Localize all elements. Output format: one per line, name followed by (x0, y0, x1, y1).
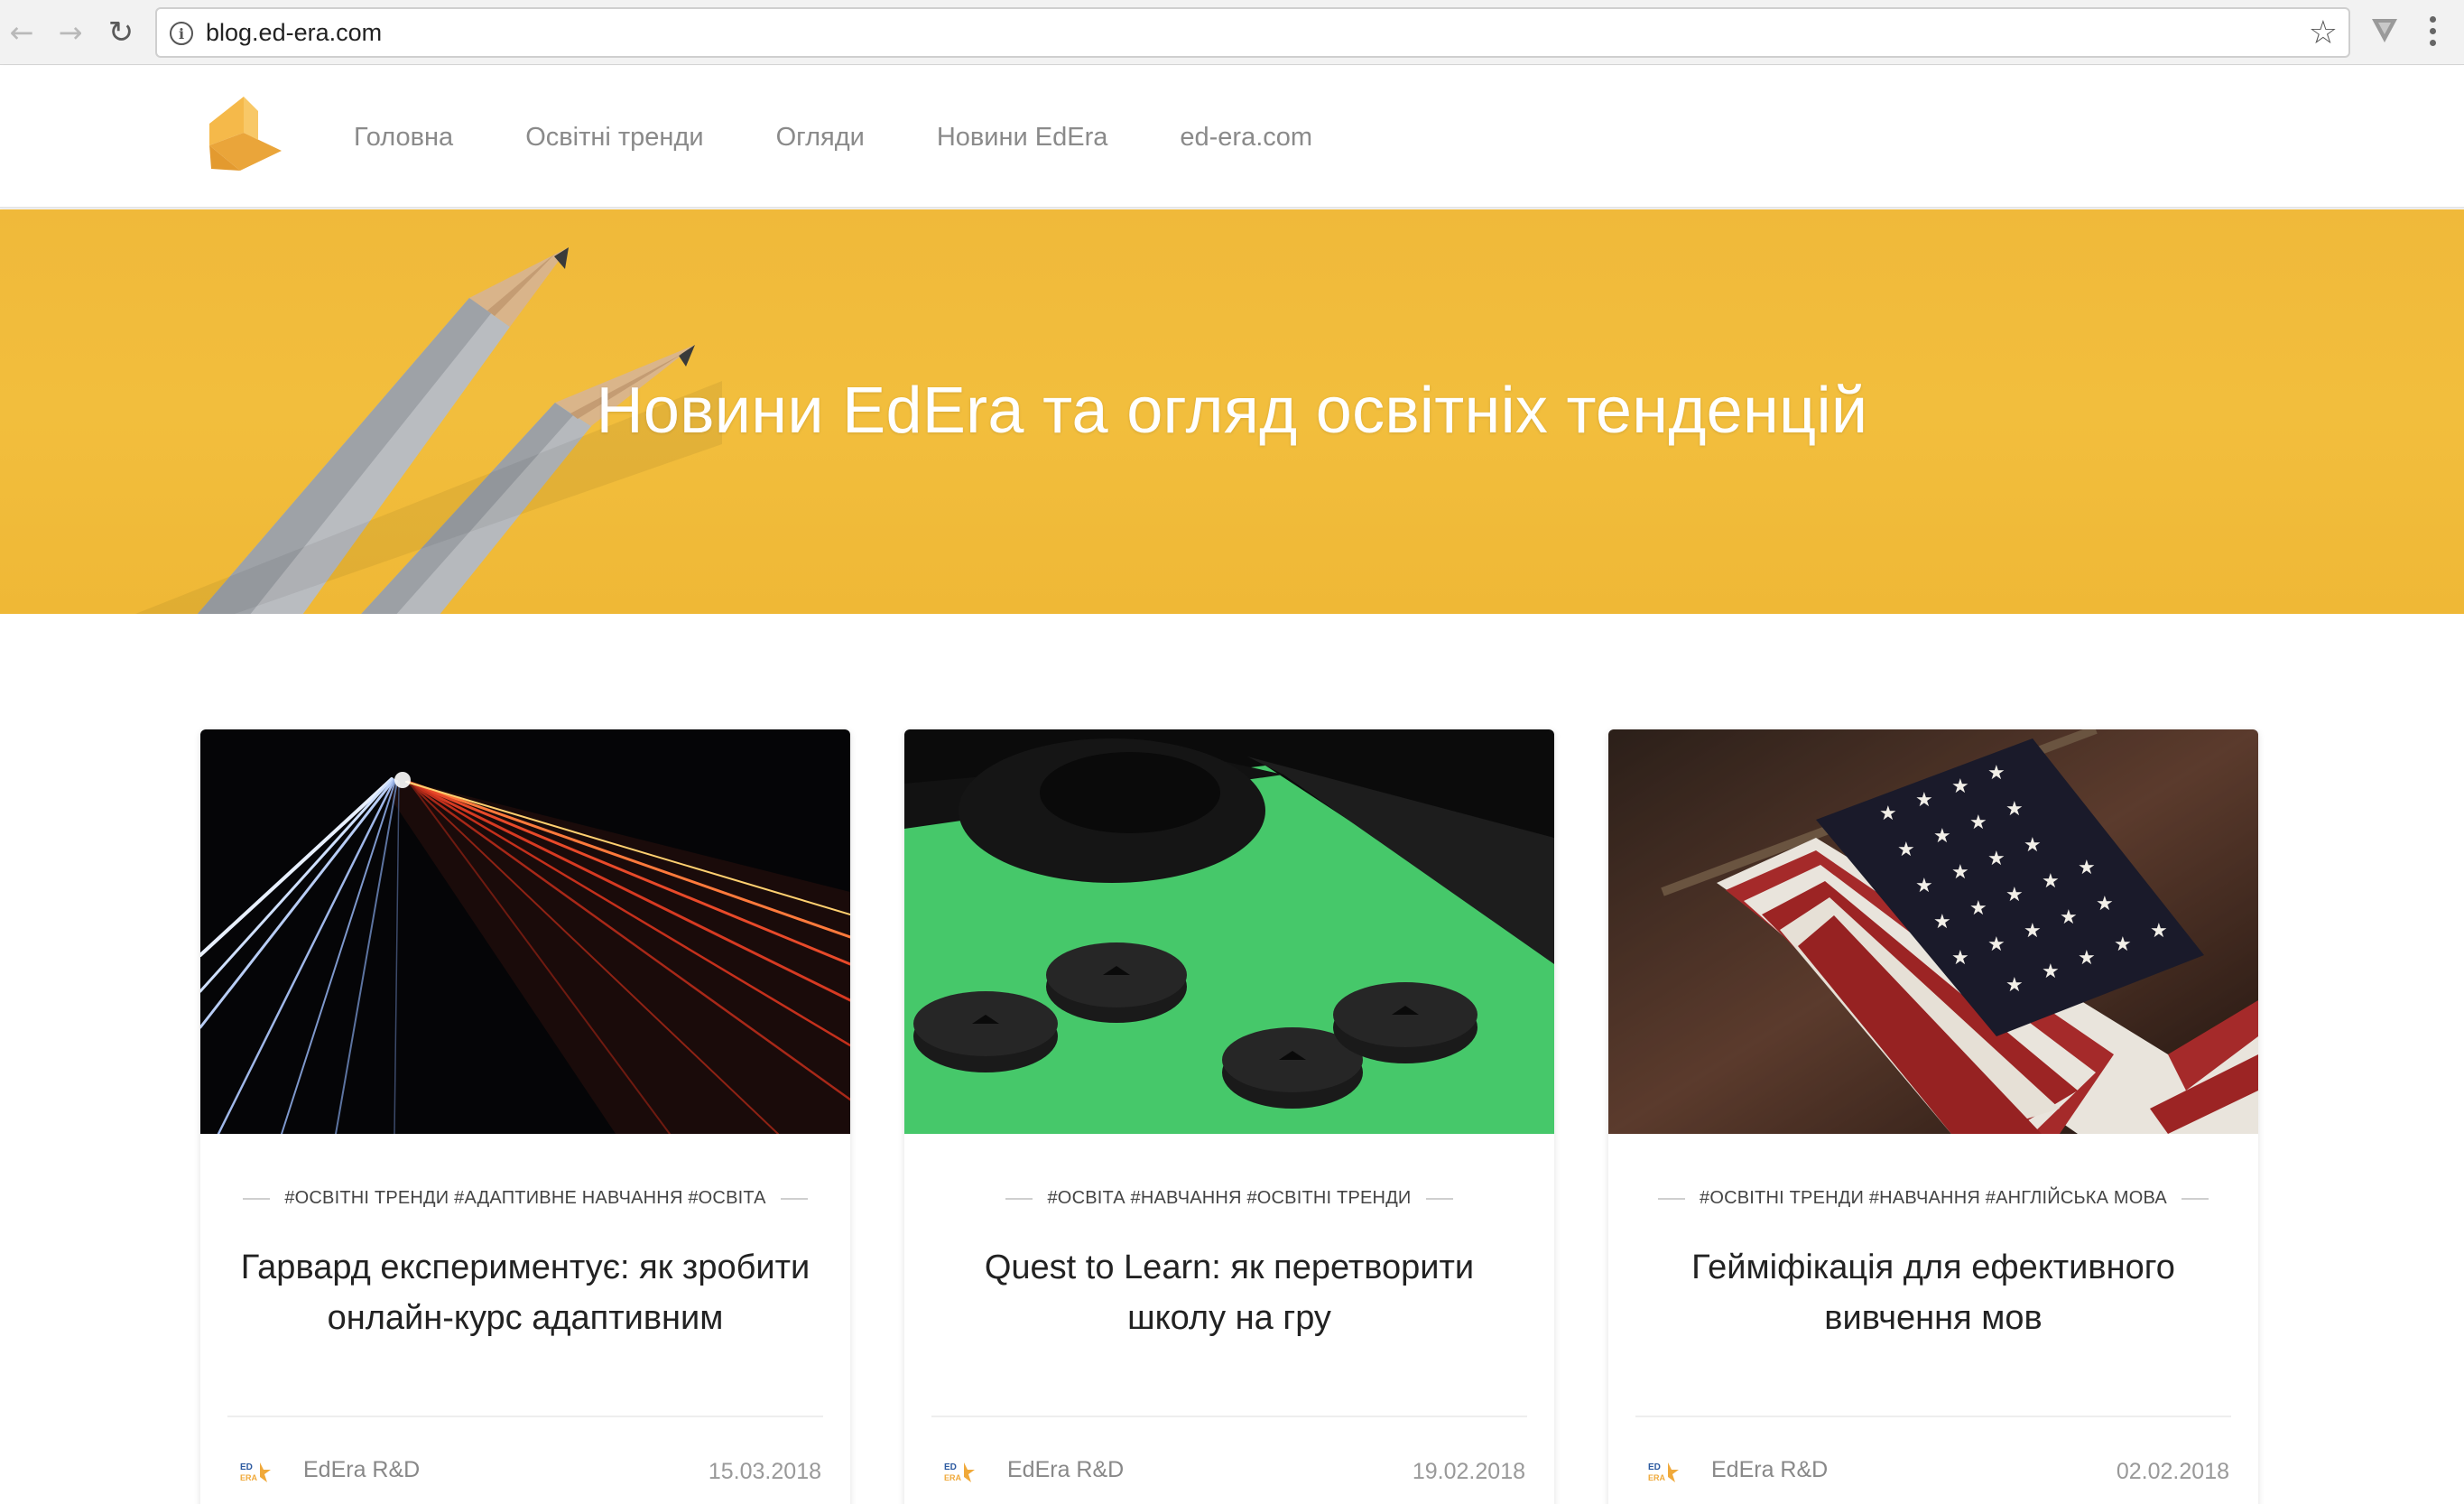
post-date: 15.03.2018 (708, 1459, 821, 1484)
post-date: 19.02.2018 (1412, 1459, 1525, 1484)
post-title[interactable]: Гарвард експериментує: як зробити онлайн… (227, 1242, 823, 1343)
svg-text:ED: ED (240, 1462, 253, 1472)
post-meta: ED ERA EdEra R&D 19.02.2018 (931, 1452, 1525, 1488)
post-meta: ED ERA EdEra R&D 15.03.2018 (227, 1452, 821, 1488)
svg-text:ERA: ERA (240, 1473, 258, 1482)
post-image-controller[interactable] (904, 729, 1554, 1134)
nav-link-ed-era-com[interactable]: ed-era.com (1180, 123, 1312, 153)
svg-text:★: ★ (1969, 897, 1987, 920)
tag-rule-left (1005, 1197, 1033, 1200)
svg-text:★: ★ (2114, 933, 2132, 956)
browser-menu-icon[interactable] (2419, 11, 2446, 51)
bookmark-star-icon[interactable]: ☆ (2309, 14, 2338, 51)
svg-text:★: ★ (2005, 884, 2024, 906)
post-tags: #ОСВІТНІ ТРЕНДИ #НАВЧАННЯ #АНГЛІЙСЬКА МО… (1608, 1188, 2258, 1209)
reload-icon: ↻ (107, 14, 134, 51)
main-navigation: Головна Освітні тренди Огляди Новини EdE… (354, 66, 1312, 209)
svg-text:★: ★ (1987, 933, 2005, 956)
svg-text:★: ★ (1933, 911, 1951, 933)
svg-text:★: ★ (2024, 920, 2042, 942)
post-title[interactable]: Quest to Learn: як перетворити школу на … (931, 1242, 1527, 1343)
svg-text:★: ★ (2042, 961, 2060, 983)
author-name[interactable]: EdEra R&D (303, 1457, 420, 1483)
reload-button[interactable]: ↻ (101, 13, 141, 52)
svg-text:ED: ED (1648, 1462, 1661, 1472)
svg-text:★: ★ (2042, 870, 2060, 893)
post-card[interactable]: ★ ★ ★ ★ ★ ★ ★ ★ ★ ★ ★ ★ ★ ★ ★ ★ ★ ★ ★ ★ … (1608, 729, 2258, 1504)
forward-button[interactable]: → (51, 13, 90, 52)
browser-toolbar: ← → ↻ i blog.ed-era.com ☆ (0, 0, 2464, 65)
svg-text:★: ★ (1915, 789, 1933, 812)
post-title-line[interactable]: школу на гру (931, 1293, 1527, 1343)
author-name[interactable]: EdEra R&D (1007, 1457, 1124, 1483)
svg-text:★: ★ (1987, 848, 2005, 870)
svg-text:★: ★ (1879, 803, 1897, 825)
tag-rule-right (1425, 1197, 1453, 1200)
post-image-flag[interactable]: ★ ★ ★ ★ ★ ★ ★ ★ ★ ★ ★ ★ ★ ★ ★ ★ ★ ★ ★ ★ … (1608, 729, 2258, 1134)
nav-link-trends[interactable]: Освітні тренди (525, 123, 703, 153)
hero-title: Новини EdEra та огляд освітніх тенденцій (596, 375, 1868, 447)
posts-grid: #ОСВІТНІ ТРЕНДИ #АДАПТИВНЕ НАВЧАННЯ #ОСВ… (200, 729, 2260, 1504)
post-card[interactable]: #ОСВІТНІ ТРЕНДИ #АДАПТИВНЕ НАВЧАННЯ #ОСВ… (200, 729, 850, 1504)
tags-text[interactable]: #ОСВІТНІ ТРЕНДИ #АДАПТИВНЕ НАВЧАННЯ #ОСВ… (284, 1188, 765, 1209)
post-title-line[interactable]: вивчення мов (1635, 1293, 2231, 1343)
svg-text:ERA: ERA (944, 1473, 962, 1482)
svg-text:★: ★ (2060, 906, 2078, 929)
svg-text:★: ★ (1987, 762, 2005, 784)
tag-rule-right (780, 1197, 808, 1200)
edera-author-avatar: ED ERA (1648, 1462, 1679, 1482)
edera-author-avatar: ED ERA (944, 1462, 975, 1482)
post-title[interactable]: Гейміфікація для ефективного вивчення мо… (1635, 1242, 2231, 1343)
svg-text:★: ★ (2005, 974, 2024, 997)
tag-rule-left (1658, 1197, 1686, 1200)
extension-icon[interactable] (2367, 11, 2403, 51)
nav-link-home[interactable]: Головна (354, 123, 453, 153)
post-image-highway[interactable] (200, 729, 850, 1134)
post-title-line[interactable]: Гейміфікація для ефективного (1635, 1242, 2231, 1293)
svg-text:★: ★ (2024, 834, 2042, 857)
nav-link-news[interactable]: Новини EdEra (937, 123, 1108, 153)
svg-text:★: ★ (1951, 861, 1969, 884)
card-divider (227, 1416, 823, 1417)
post-tags: #ОСВІТНІ ТРЕНДИ #АДАПТИВНЕ НАВЧАННЯ #ОСВ… (200, 1188, 850, 1209)
tags-text[interactable]: #ОСВІТНІ ТРЕНДИ #НАВЧАННЯ #АНГЛІЙСЬКА МО… (1700, 1188, 2167, 1209)
svg-text:★: ★ (1897, 839, 1915, 861)
tags-text[interactable]: #ОСВІТА #НАВЧАННЯ #ОСВІТНІ ТРЕНДИ (1047, 1188, 1411, 1209)
address-bar[interactable]: i blog.ed-era.com ☆ (155, 7, 2350, 58)
post-title-line[interactable]: онлайн-курс адаптивним (227, 1293, 823, 1343)
edera-logo[interactable] (204, 93, 285, 174)
svg-text:ED: ED (944, 1462, 957, 1472)
edera-author-avatar: ED ERA (240, 1462, 271, 1482)
svg-text:★: ★ (1969, 812, 1987, 834)
svg-text:★: ★ (1951, 947, 1969, 970)
svg-text:★: ★ (1915, 875, 1933, 897)
forward-arrow-icon: → (58, 15, 83, 50)
author-name[interactable]: EdEra R&D (1711, 1457, 1828, 1483)
back-arrow-icon: ← (9, 15, 34, 50)
post-title-line[interactable]: Quest to Learn: як перетворити (931, 1242, 1527, 1293)
site-info-icon[interactable]: i (170, 22, 193, 45)
post-meta: ED ERA EdEra R&D 02.02.2018 (1635, 1452, 2229, 1488)
svg-text:★: ★ (2078, 947, 2096, 970)
post-title-line[interactable]: Гарвард експериментує: як зробити (227, 1242, 823, 1293)
svg-text:ERA: ERA (1648, 1473, 1666, 1482)
svg-text:★: ★ (1951, 775, 1969, 798)
hero-banner: Новини EdEra та огляд освітніх тенденцій (0, 209, 2464, 614)
post-card[interactable]: #ОСВІТА #НАВЧАННЯ #ОСВІТНІ ТРЕНДИ Quest … (904, 729, 1554, 1504)
tag-rule-right (2181, 1197, 2209, 1200)
card-divider (931, 1416, 1527, 1417)
post-date: 02.02.2018 (2116, 1459, 2229, 1484)
svg-text:★: ★ (1933, 825, 1951, 848)
tag-rule-left (243, 1197, 271, 1200)
svg-text:★: ★ (2096, 893, 2114, 915)
post-tags: #ОСВІТА #НАВЧАННЯ #ОСВІТНІ ТРЕНДИ (904, 1188, 1554, 1209)
svg-text:★: ★ (2078, 857, 2096, 879)
url-text[interactable]: blog.ed-era.com (206, 19, 382, 47)
nav-link-reviews[interactable]: Огляди (776, 123, 865, 153)
svg-text:★: ★ (2150, 920, 2168, 942)
card-divider (1635, 1416, 2231, 1417)
site-header: Головна Освітні тренди Огляди Новини EdE… (0, 66, 2464, 209)
svg-text:★: ★ (2005, 798, 2024, 821)
back-button[interactable]: ← (2, 13, 42, 52)
